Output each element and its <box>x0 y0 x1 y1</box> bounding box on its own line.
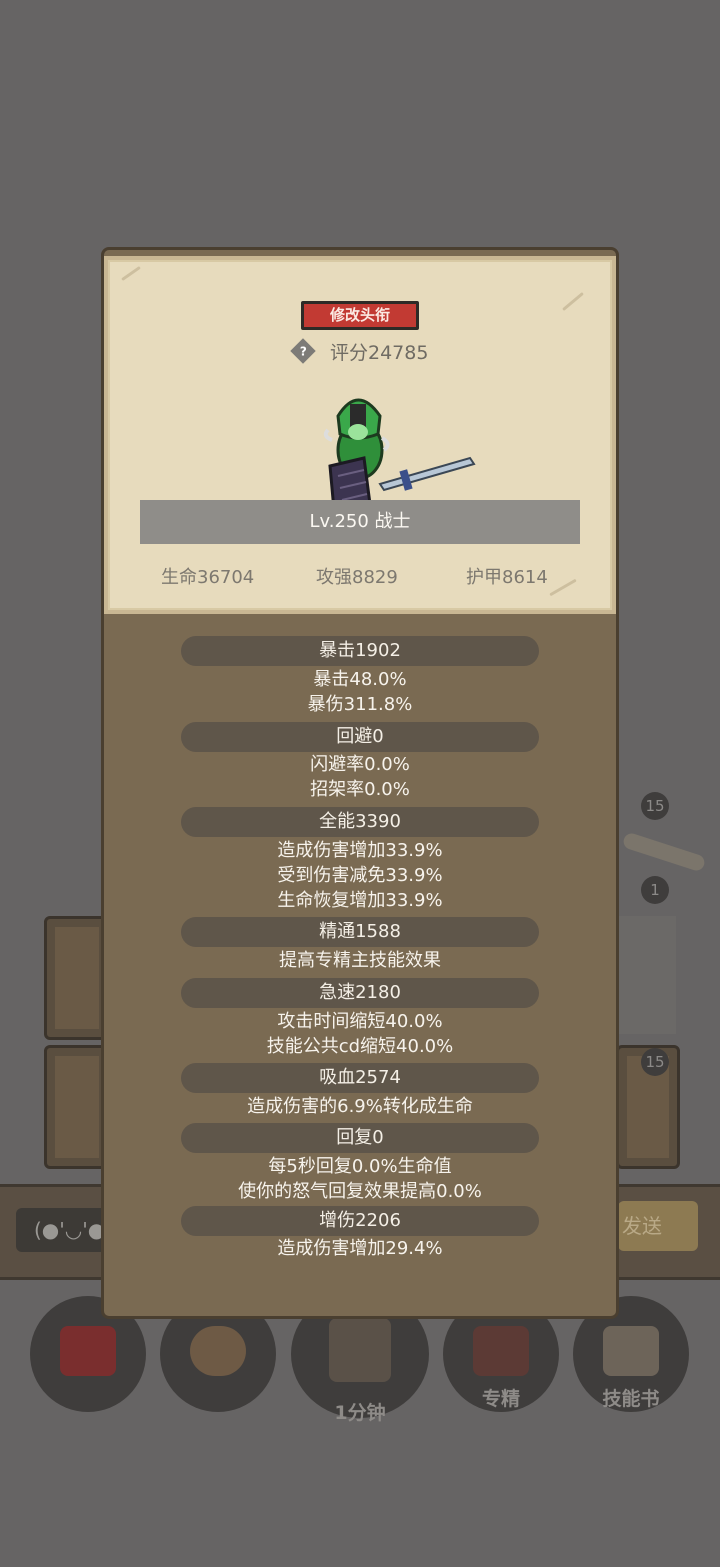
decorative-streak <box>621 831 707 873</box>
hp-attribute: 生命36704 <box>161 567 255 588</box>
specialize-icon <box>473 1326 529 1376</box>
side-panel <box>618 916 676 1034</box>
potion-icon <box>60 1326 116 1376</box>
stat-line: 造成伤害的6.9%转化成生命 <box>247 1096 473 1117</box>
skillbook-label: 技能书 <box>602 1388 660 1410</box>
chest-icon <box>329 1318 391 1382</box>
stat-line: 招架率0.0% <box>310 779 410 800</box>
count-badge: 15 <box>641 792 669 820</box>
count-badge: 15 <box>641 1048 669 1076</box>
stat-line: 技能公共cd缩短40.0% <box>266 1036 454 1057</box>
stat-header-lifesteal: 吸血2574 <box>181 1063 539 1093</box>
armor-attribute: 护甲8614 <box>466 567 548 588</box>
stat-line: 生命恢复增加33.9% <box>277 890 443 911</box>
stat-line: 暴击48.0% <box>313 669 407 690</box>
chest-timer: 1分钟 <box>334 1402 386 1424</box>
help-icon[interactable]: ? <box>290 338 316 364</box>
stat-header-avoidance: 回避0 <box>181 722 539 752</box>
score-value: 评分24785 <box>330 341 429 364</box>
stat-line: 攻击时间缩短40.0% <box>277 1011 443 1032</box>
stat-line: 使你的怒气回复效果提高0.0% <box>238 1181 482 1202</box>
stat-line: 暴伤311.8% <box>307 694 413 715</box>
level-class-banner: Lv.250 战士 <box>140 500 580 544</box>
stat-header-haste: 急速2180 <box>181 978 539 1008</box>
score-row: ? 评分24785 <box>290 337 428 365</box>
stat-line: 提高专精主技能效果 <box>279 950 441 971</box>
stat-line: 闪避率0.0% <box>310 754 410 775</box>
send-button[interactable]: 发送 <box>618 1201 698 1251</box>
bread-icon <box>190 1326 246 1376</box>
warrior-avatar <box>323 398 476 512</box>
attack-attribute: 攻强8829 <box>316 567 398 588</box>
stat-header-versatility: 全能3390 <box>181 807 539 837</box>
stat-header-mastery: 精通1588 <box>181 917 539 947</box>
count-badge: 1 <box>641 876 669 904</box>
stat-header-regen: 回复0 <box>181 1123 539 1153</box>
stat-line: 造成伤害增加33.9% <box>277 840 443 861</box>
stat-header-crit: 暴击1902 <box>181 636 539 666</box>
stat-line: 造成伤害增加29.4% <box>277 1238 443 1259</box>
specialize-label: 专精 <box>481 1388 520 1410</box>
rename-title-button[interactable]: 修改头衔 <box>301 301 419 330</box>
stat-header-damage-boost: 增伤2206 <box>181 1206 539 1236</box>
skillbook-icon <box>603 1326 659 1376</box>
stat-line: 受到伤害减免33.9% <box>277 865 443 886</box>
stat-line: 每5秒回复0.0%生命值 <box>268 1156 452 1177</box>
